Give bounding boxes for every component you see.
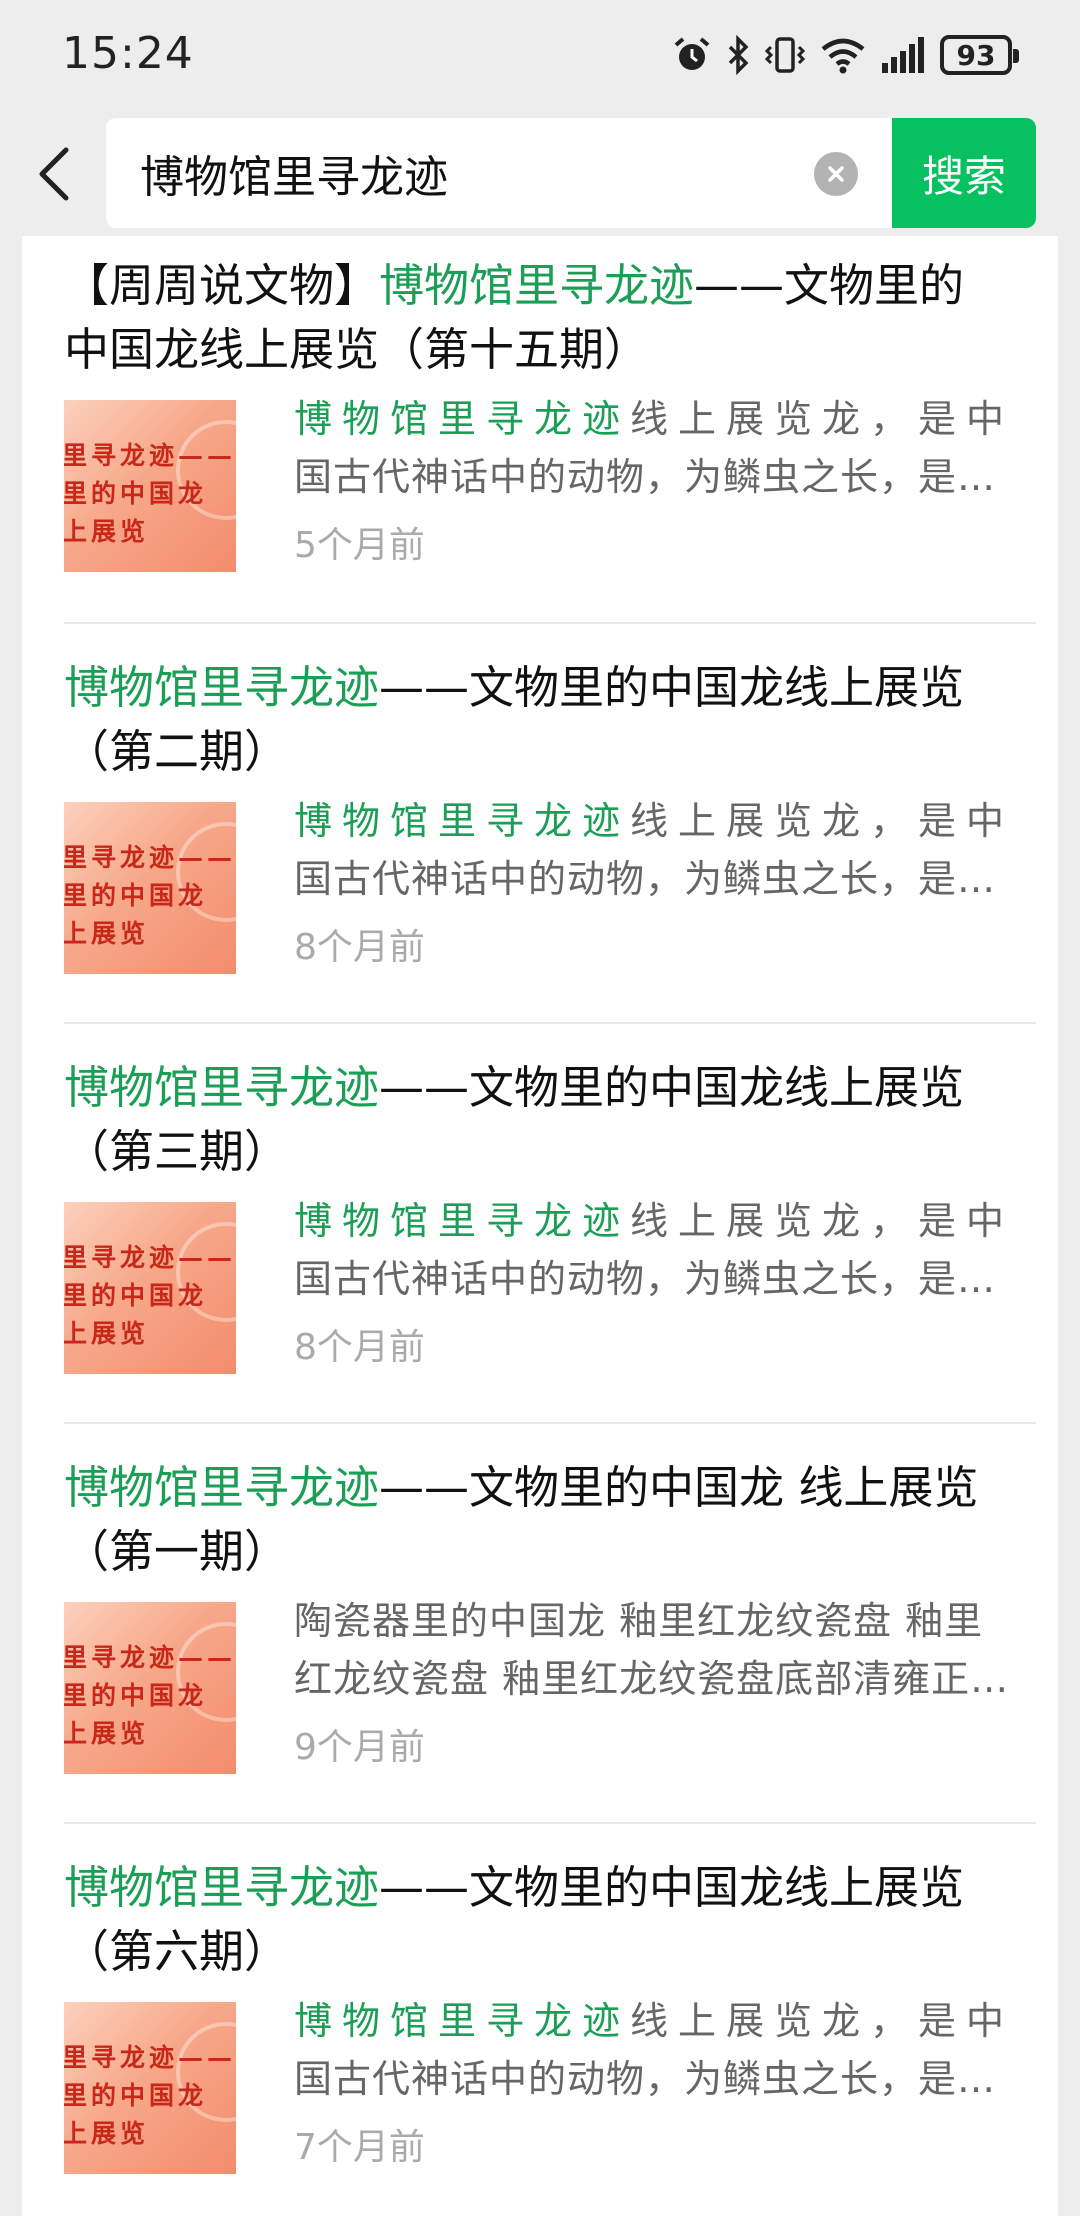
result-item[interactable]: 博物馆里寻龙迹——文物里的中国龙线上展览 （第三期） 里寻龙迹—— 里的中国龙 … bbox=[64, 1056, 1036, 1426]
result-item[interactable]: 【周周说文物】博物馆里寻龙迹——文物里的 中国龙线上展览（第十五期） 里寻龙迹—… bbox=[64, 254, 1036, 624]
title-line2: （第一期） bbox=[64, 1525, 290, 1578]
result-title[interactable]: 博物馆里寻龙迹——文物里的中国龙 线上展览 （第一期） bbox=[64, 1456, 1036, 1584]
thumbnail: 里寻龙迹—— 里的中国龙 上展览 bbox=[64, 2002, 236, 2174]
snippet-highlight: 博物馆里寻龙迹 bbox=[294, 1999, 631, 2043]
thumbnail-text: 里寻龙迹—— bbox=[64, 2043, 236, 2072]
title-highlight: 博物馆里寻龙迹 bbox=[64, 661, 380, 714]
snippet-text: 线上展览龙，是中 bbox=[630, 1199, 1015, 1243]
thumbnail-text: 里的中国龙 bbox=[64, 2081, 208, 2110]
search-input[interactable]: 博物馆里寻龙迹 bbox=[140, 118, 780, 228]
thumbnail-text: 里的中国龙 bbox=[64, 881, 208, 910]
result-time: 8个月前 bbox=[294, 1327, 425, 1368]
back-button[interactable] bbox=[22, 136, 86, 212]
alarm-icon bbox=[672, 35, 712, 75]
battery-icon: 93 bbox=[940, 35, 1019, 75]
title-prefix: 【周周说文物】 bbox=[64, 259, 380, 312]
thumbnail-text: 上展览 bbox=[64, 1719, 150, 1748]
title-rest: ——文物里的中国龙线上展览 bbox=[379, 1061, 965, 1114]
snippet-highlight: 博物馆里寻龙迹 bbox=[294, 397, 631, 441]
thumbnail-text: 上展览 bbox=[64, 2119, 150, 2148]
snippet-text: 国古代神话中的动物，为鳞虫之长，是… bbox=[294, 857, 997, 901]
thumbnail-text: 上展览 bbox=[64, 1319, 150, 1348]
snippet-highlight: 博物馆里寻龙迹 bbox=[294, 1199, 631, 1243]
result-snippet: 博物馆里寻龙迹线上展览龙，是中 国古代神话中的动物，为鳞虫之长，是… bbox=[294, 390, 1036, 506]
result-title[interactable]: 博物馆里寻龙迹——文物里的中国龙线上展览 （第三期） bbox=[64, 1056, 1036, 1184]
snippet-text: 红龙纹瓷盘 釉里红龙纹瓷盘底部清雍正… bbox=[294, 1657, 1010, 1701]
results-list: 【周周说文物】博物馆里寻龙迹——文物里的 中国龙线上展览（第十五期） 里寻龙迹—… bbox=[22, 236, 1058, 2216]
result-snippet: 博物馆里寻龙迹线上展览龙，是中 国古代神话中的动物，为鳞虫之长，是… bbox=[294, 1192, 1036, 1308]
thumbnail-text: 里寻龙迹—— bbox=[64, 843, 236, 872]
title-rest: ——文物里的中国龙线上展览 bbox=[379, 1861, 965, 1914]
thumbnail: 里寻龙迹—— 里的中国龙 上展览 bbox=[64, 400, 236, 572]
thumbnail-text: 里的中国龙 bbox=[64, 1681, 208, 1710]
snippet-text: 国古代神话中的动物，为鳞虫之长，是… bbox=[294, 2057, 997, 2101]
status-time: 15:24 bbox=[62, 28, 194, 79]
wifi-icon bbox=[820, 35, 866, 75]
bluetooth-icon bbox=[726, 35, 750, 75]
thumbnail-text: 里寻龙迹—— bbox=[64, 1243, 236, 1272]
result-item[interactable]: 博物馆里寻龙迹——文物里的中国龙线上展览 （第二期） 里寻龙迹—— 里的中国龙 … bbox=[64, 656, 1036, 1026]
back-arrow-icon bbox=[39, 147, 69, 201]
result-title[interactable]: 博物馆里寻龙迹——文物里的中国龙线上展览 （第二期） bbox=[64, 656, 1036, 784]
thumbnail-text: 上展览 bbox=[64, 517, 150, 546]
vibrate-icon bbox=[764, 35, 806, 75]
title-rest: ——文物里的中国龙线上展览 bbox=[379, 661, 965, 714]
thumbnail: 里寻龙迹—— 里的中国龙 上展览 bbox=[64, 802, 236, 974]
thumbnail-text: 里的中国龙 bbox=[64, 479, 208, 508]
divider bbox=[64, 1022, 1036, 1024]
thumbnail-text: 里寻龙迹—— bbox=[64, 441, 236, 470]
battery-level: 93 bbox=[956, 38, 996, 72]
title-line2: （第六期） bbox=[64, 1925, 290, 1978]
result-time: 7个月前 bbox=[294, 2127, 425, 2168]
snippet-text: 线上展览龙，是中 bbox=[630, 397, 1015, 441]
result-snippet: 博物馆里寻龙迹线上展览龙，是中 国古代神话中的动物，为鳞虫之长，是… bbox=[294, 792, 1036, 908]
search-button[interactable]: 搜索 bbox=[892, 118, 1036, 228]
result-item[interactable]: 博物馆里寻龙迹——文物里的中国龙 线上展览 （第一期） 里寻龙迹—— 里的中国龙… bbox=[64, 1456, 1036, 1826]
snippet-text: 陶瓷器里的中国龙 釉里红龙纹瓷盘 釉里 bbox=[294, 1599, 984, 1643]
search-bar: 博物馆里寻龙迹 搜索 bbox=[0, 112, 1080, 236]
snippet-text: 线上展览龙，是中 bbox=[630, 1999, 1015, 2043]
result-title[interactable]: 博物馆里寻龙迹——文物里的中国龙线上展览 （第六期） bbox=[64, 1856, 1036, 1984]
divider bbox=[64, 622, 1036, 624]
thumbnail-text: 里的中国龙 bbox=[64, 1281, 208, 1310]
snippet-highlight: 博物馆里寻龙迹 bbox=[294, 799, 631, 843]
result-item[interactable]: 博物馆里寻龙迹——文物里的中国龙线上展览 （第六期） 里寻龙迹—— 里的中国龙 … bbox=[64, 1856, 1036, 2216]
title-rest: ——文物里的 bbox=[694, 259, 965, 312]
status-icons: 93 bbox=[672, 30, 1019, 80]
signal-icon bbox=[880, 35, 926, 75]
title-line2: （第二期） bbox=[64, 725, 290, 778]
thumbnail-text: 里寻龙迹—— bbox=[64, 1643, 236, 1672]
title-highlight: 博物馆里寻龙迹 bbox=[64, 1061, 380, 1114]
title-rest: ——文物里的中国龙 线上展览 bbox=[379, 1461, 979, 1514]
result-title[interactable]: 【周周说文物】博物馆里寻龙迹——文物里的 中国龙线上展览（第十五期） bbox=[64, 254, 1036, 382]
title-highlight: 博物馆里寻龙迹 bbox=[64, 1461, 380, 1514]
title-highlight: 博物馆里寻龙迹 bbox=[64, 1861, 380, 1914]
title-highlight: 博物馆里寻龙迹 bbox=[379, 259, 695, 312]
divider bbox=[64, 1422, 1036, 1424]
snippet-text: 国古代神话中的动物，为鳞虫之长，是… bbox=[294, 1257, 997, 1301]
snippet-text: 国古代神话中的动物，为鳞虫之长，是… bbox=[294, 455, 997, 499]
snippet-text: 线上展览龙，是中 bbox=[630, 799, 1015, 843]
result-snippet: 陶瓷器里的中国龙 釉里红龙纹瓷盘 釉里 红龙纹瓷盘 釉里红龙纹瓷盘底部清雍正… bbox=[294, 1592, 1036, 1708]
clear-icon[interactable] bbox=[814, 152, 858, 196]
thumbnail: 里寻龙迹—— 里的中国龙 上展览 bbox=[64, 1602, 236, 1774]
result-time: 9个月前 bbox=[294, 1727, 425, 1768]
thumbnail: 里寻龙迹—— 里的中国龙 上展览 bbox=[64, 1202, 236, 1374]
result-time: 8个月前 bbox=[294, 927, 425, 968]
title-line2: 中国龙线上展览（第十五期） bbox=[64, 323, 650, 376]
result-snippet: 博物馆里寻龙迹线上展览龙，是中 国古代神话中的动物，为鳞虫之长，是… bbox=[294, 1992, 1036, 2108]
result-time: 5个月前 bbox=[294, 525, 425, 566]
status-bar: 15:24 93 bbox=[0, 0, 1080, 112]
divider bbox=[64, 1822, 1036, 1824]
title-line2: （第三期） bbox=[64, 1125, 290, 1178]
search-box[interactable]: 博物馆里寻龙迹 bbox=[106, 118, 892, 228]
thumbnail-text: 上展览 bbox=[64, 919, 150, 948]
